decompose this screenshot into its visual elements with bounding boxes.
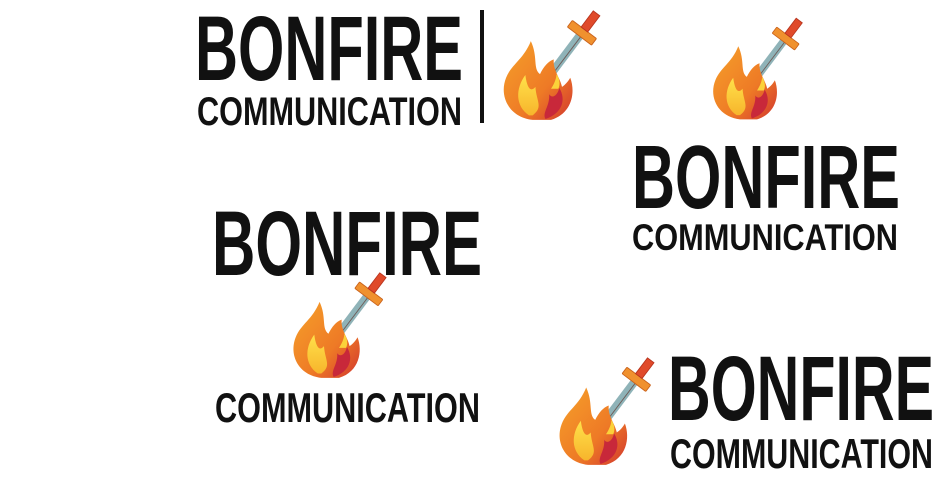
brand-name: BONFIRE bbox=[195, 0, 463, 100]
logo-variant-icon-left: BONFIRE COMMUNICATION bbox=[559, 338, 934, 477]
brand-tagline: COMMUNICATION bbox=[197, 90, 462, 134]
logo-variant-icon-above: BONFIRE COMMUNICATION bbox=[632, 11, 900, 258]
logo-sheet: BONFIRE COMMUNICATION BONFIRE COMMUNICAT… bbox=[195, 0, 934, 477]
flaming-sword-icon bbox=[503, 3, 606, 121]
brand-tagline: COMMUNICATION bbox=[670, 430, 933, 477]
flaming-sword-icon bbox=[559, 350, 660, 466]
brand-tagline: COMMUNICATION bbox=[215, 384, 480, 431]
logo-variant-horizontal: BONFIRE COMMUNICATION bbox=[195, 0, 606, 134]
flaming-sword-icon bbox=[712, 11, 808, 120]
brand-name: BONFIRE bbox=[212, 193, 482, 295]
logo-variant-icon-between: BONFIRE COMMUNICATION bbox=[212, 193, 482, 431]
divider bbox=[480, 10, 484, 123]
brand-name: BONFIRE bbox=[632, 128, 900, 228]
brand-name: BONFIRE bbox=[668, 338, 934, 440]
brand-tagline: COMMUNICATION bbox=[632, 217, 898, 258]
